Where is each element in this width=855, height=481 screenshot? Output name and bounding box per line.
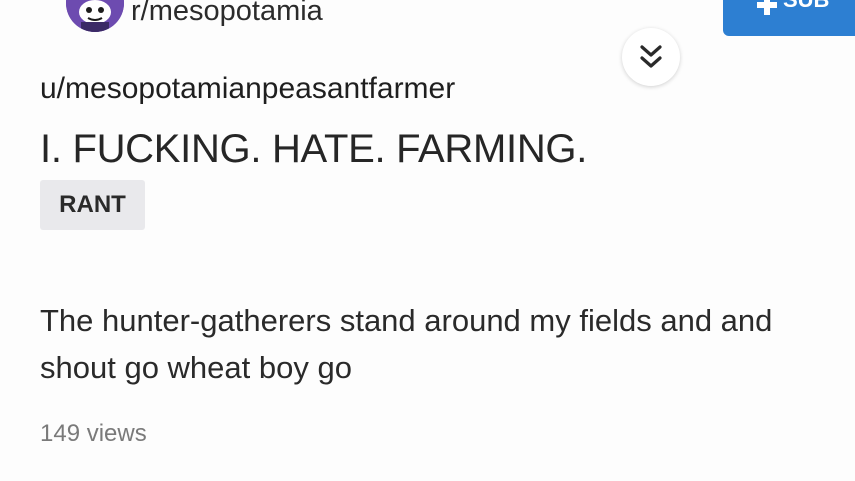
post-body: The hunter-gatherers stand around my fie… <box>40 303 773 385</box>
chevron-double-down-icon <box>640 45 662 68</box>
collapse-button[interactable] <box>622 28 680 86</box>
post-author[interactable]: u/mesopotamianpeasantfarmer <box>40 70 455 108</box>
post-card: r/mesopotamia SUB u/mesopotamianpeasantf… <box>0 0 855 481</box>
plus-icon <box>757 0 777 15</box>
subscribe-label: SUB <box>783 0 829 23</box>
post-title[interactable]: I. FUCKING. HATE. FARMING. <box>40 124 587 174</box>
snoo-avatar-icon <box>66 0 124 32</box>
subreddit-name[interactable]: r/mesopotamia <box>131 0 323 28</box>
subreddit-avatar[interactable] <box>66 0 124 32</box>
post-header: r/mesopotamia SUB <box>0 0 855 44</box>
view-count: 149 views <box>40 420 147 447</box>
subscribe-button[interactable]: SUB <box>723 0 855 36</box>
flair-badge[interactable]: RANT <box>40 180 145 230</box>
